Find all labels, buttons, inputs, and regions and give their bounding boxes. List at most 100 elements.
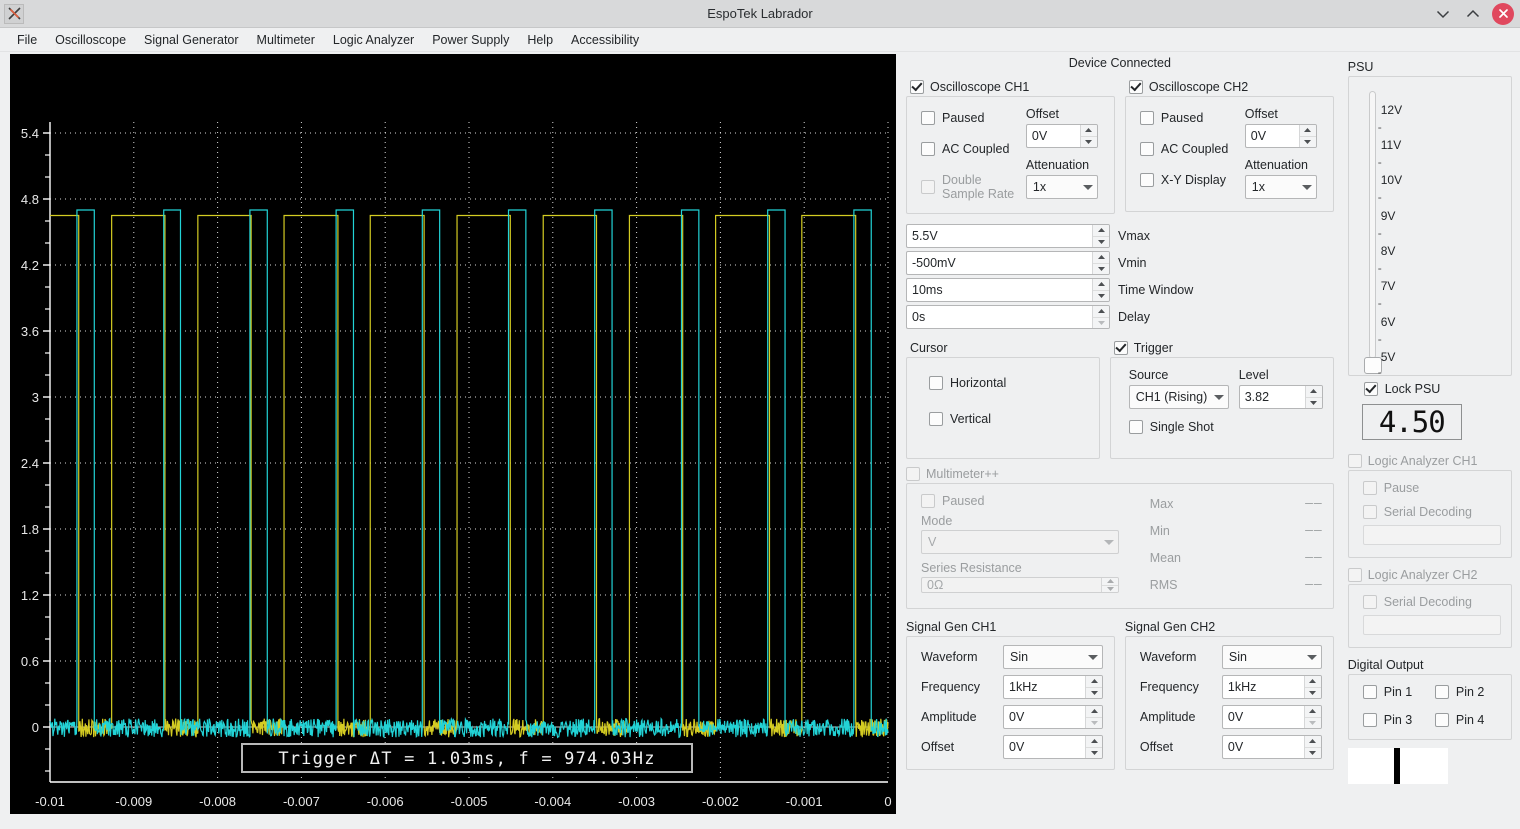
close-button[interactable]	[1492, 2, 1514, 25]
ch1-paused-checkbox[interactable]	[921, 111, 935, 125]
siggen1-amplitude-arrows[interactable]	[1085, 706, 1102, 728]
menu-oscilloscope[interactable]: Oscilloscope	[46, 31, 135, 49]
siggen1-amplitude-spinbox[interactable]: 0V	[1003, 705, 1103, 729]
siggen1-frequency-arrows[interactable]	[1085, 676, 1102, 698]
digital-pin-4-row[interactable]: Pin 4	[1434, 713, 1501, 727]
delay-up-arrow[interactable]	[1093, 306, 1109, 318]
vmax-up-arrow[interactable]	[1093, 225, 1109, 237]
siggen1-offset-arrows[interactable]	[1085, 736, 1102, 758]
oscilloscope-ch1-checkbox[interactable]	[910, 80, 924, 94]
trigger-single-shot-row[interactable]: Single Shot	[1128, 420, 1323, 434]
lock-psu-row[interactable]: Lock PSU	[1363, 382, 1520, 396]
ch2-ac-coupled-row[interactable]: AC Coupled	[1139, 142, 1245, 156]
vmax-down-arrow[interactable]	[1093, 237, 1109, 248]
cursor-horizontal-checkbox[interactable]	[929, 376, 943, 390]
oscilloscope-ch2-header[interactable]: Oscilloscope CH2	[1128, 80, 1334, 94]
digital-pin-3-checkbox[interactable]	[1362, 713, 1377, 727]
siggen2-amplitude-arrows[interactable]	[1303, 706, 1321, 729]
menu-multimeter[interactable]: Multimeter	[248, 31, 324, 49]
ch1-offset-spinbox[interactable]: 0V	[1025, 124, 1098, 148]
siggen1-offset-up-arrow[interactable]	[1086, 736, 1102, 748]
menu-power-supply[interactable]: Power Supply	[423, 31, 518, 49]
trigger-level-spinbox[interactable]: 3.82	[1238, 385, 1323, 409]
psu-slider-track[interactable]	[1368, 91, 1376, 359]
cursor-vertical-row[interactable]: Vertical	[929, 412, 1099, 426]
delay-spinbox[interactable]: 0s	[906, 305, 1110, 329]
menu-file[interactable]: File	[8, 31, 46, 49]
time-window-up-arrow[interactable]	[1093, 279, 1109, 291]
siggen1-frequency-spinbox[interactable]: 1kHz	[1003, 675, 1103, 699]
siggen2-waveform-combo[interactable]: Sin	[1221, 645, 1322, 669]
trigger-checkbox[interactable]	[1113, 341, 1128, 355]
trigger-level-down-arrow[interactable]	[1306, 398, 1322, 409]
maximize-button[interactable]	[1458, 1, 1488, 27]
ch1-offset-arrows[interactable]	[1079, 125, 1097, 147]
trigger-level-arrows[interactable]	[1304, 386, 1322, 409]
cursor-vertical-checkbox[interactable]	[929, 412, 943, 426]
digital-pin-1-row[interactable]: Pin 1	[1362, 685, 1429, 699]
vmin-arrows[interactable]	[1092, 252, 1109, 274]
siggen1-amplitude-down-arrow[interactable]	[1086, 718, 1102, 729]
minimize-button[interactable]	[1428, 1, 1458, 27]
time-window-arrows[interactable]	[1092, 279, 1109, 301]
cursor-horizontal-row[interactable]: Horizontal	[929, 376, 1099, 390]
menu-accessibility[interactable]: Accessibility	[562, 31, 648, 49]
vmin-down-arrow[interactable]	[1093, 264, 1109, 275]
menu-signal-generator[interactable]: Signal Generator	[135, 31, 248, 49]
ch1-ac-coupled-checkbox[interactable]	[921, 142, 935, 156]
oscilloscope-plot[interactable]: 0 0.6 1.2 1.8 2.4 3 3.6 4.2 4.8 5.4 -0.01 -0.009 -0.…	[10, 54, 896, 814]
digital-pin-2-checkbox[interactable]	[1434, 685, 1449, 699]
ch2-offset-up-arrow[interactable]	[1299, 125, 1316, 137]
siggen2-amplitude-spinbox[interactable]: 0V	[1221, 705, 1322, 729]
siggen2-frequency-down-arrow[interactable]	[1305, 688, 1321, 699]
ch1-ac-coupled-row[interactable]: AC Coupled	[921, 142, 1026, 156]
oscilloscope-ch1-header[interactable]: Oscilloscope CH1	[910, 80, 1115, 94]
bottom-indicator-widget[interactable]	[1347, 748, 1448, 784]
siggen1-offset-down-arrow[interactable]	[1086, 748, 1102, 759]
ch2-attenuation-combo[interactable]: 1x	[1244, 175, 1317, 199]
menu-logic-analyzer[interactable]: Logic Analyzer	[324, 31, 423, 49]
ch2-paused-row[interactable]: Paused	[1139, 111, 1245, 125]
vmin-up-arrow[interactable]	[1093, 252, 1109, 264]
oscilloscope-ch2-checkbox[interactable]	[1128, 80, 1143, 94]
trigger-source-combo[interactable]: CH1 (Rising)	[1128, 385, 1229, 409]
delay-down-arrow[interactable]	[1093, 318, 1109, 329]
time-window-down-arrow[interactable]	[1093, 291, 1109, 302]
ch2-offset-spinbox[interactable]: 0V	[1244, 124, 1317, 148]
siggen2-frequency-up-arrow[interactable]	[1304, 676, 1321, 688]
siggen1-offset-spinbox[interactable]: 0V	[1003, 735, 1103, 759]
ch2-offset-down-arrow[interactable]	[1300, 137, 1316, 148]
digital-pin-1-checkbox[interactable]	[1362, 685, 1377, 699]
digital-pin-2-row[interactable]: Pin 2	[1434, 685, 1501, 699]
siggen1-waveform-combo[interactable]: Sin	[1003, 645, 1103, 669]
delay-arrows[interactable]	[1092, 306, 1109, 328]
siggen1-frequency-up-arrow[interactable]	[1086, 676, 1102, 688]
ch2-paused-checkbox[interactable]	[1139, 111, 1154, 125]
trigger-level-up-arrow[interactable]	[1305, 386, 1322, 398]
ch1-offset-up-arrow[interactable]	[1080, 125, 1097, 137]
siggen2-frequency-spinbox[interactable]: 1kHz	[1221, 675, 1322, 699]
siggen1-amplitude-up-arrow[interactable]	[1086, 706, 1102, 718]
ch2-xy-display-checkbox[interactable]	[1139, 173, 1154, 187]
trigger-single-shot-checkbox[interactable]	[1128, 420, 1143, 434]
trigger-header[interactable]: Trigger	[1113, 341, 1334, 355]
ch2-xy-display-row[interactable]: X-Y Display	[1139, 173, 1245, 187]
digital-pin-3-row[interactable]: Pin 3	[1362, 713, 1429, 727]
ch1-paused-row[interactable]: Paused	[921, 111, 1026, 125]
siggen2-offset-down-arrow[interactable]	[1305, 748, 1321, 759]
siggen2-amplitude-down-arrow[interactable]	[1305, 718, 1321, 729]
time-window-spinbox[interactable]: 10ms	[906, 278, 1110, 302]
siggen2-amplitude-up-arrow[interactable]	[1304, 706, 1321, 718]
vmax-spinbox[interactable]: 5.5V	[906, 224, 1110, 248]
lock-psu-checkbox[interactable]	[1363, 382, 1378, 396]
siggen2-offset-arrows[interactable]	[1303, 736, 1321, 759]
vmin-spinbox[interactable]: -500mV	[906, 251, 1110, 275]
ch1-attenuation-combo[interactable]: 1x	[1025, 175, 1098, 199]
siggen2-offset-up-arrow[interactable]	[1304, 736, 1321, 748]
siggen2-frequency-arrows[interactable]	[1303, 676, 1321, 699]
vmax-arrows[interactable]	[1092, 225, 1109, 247]
digital-pin-4-checkbox[interactable]	[1434, 713, 1449, 727]
siggen1-frequency-down-arrow[interactable]	[1086, 688, 1102, 699]
ch2-ac-coupled-checkbox[interactable]	[1139, 142, 1154, 156]
siggen2-offset-spinbox[interactable]: 0V	[1221, 735, 1322, 759]
